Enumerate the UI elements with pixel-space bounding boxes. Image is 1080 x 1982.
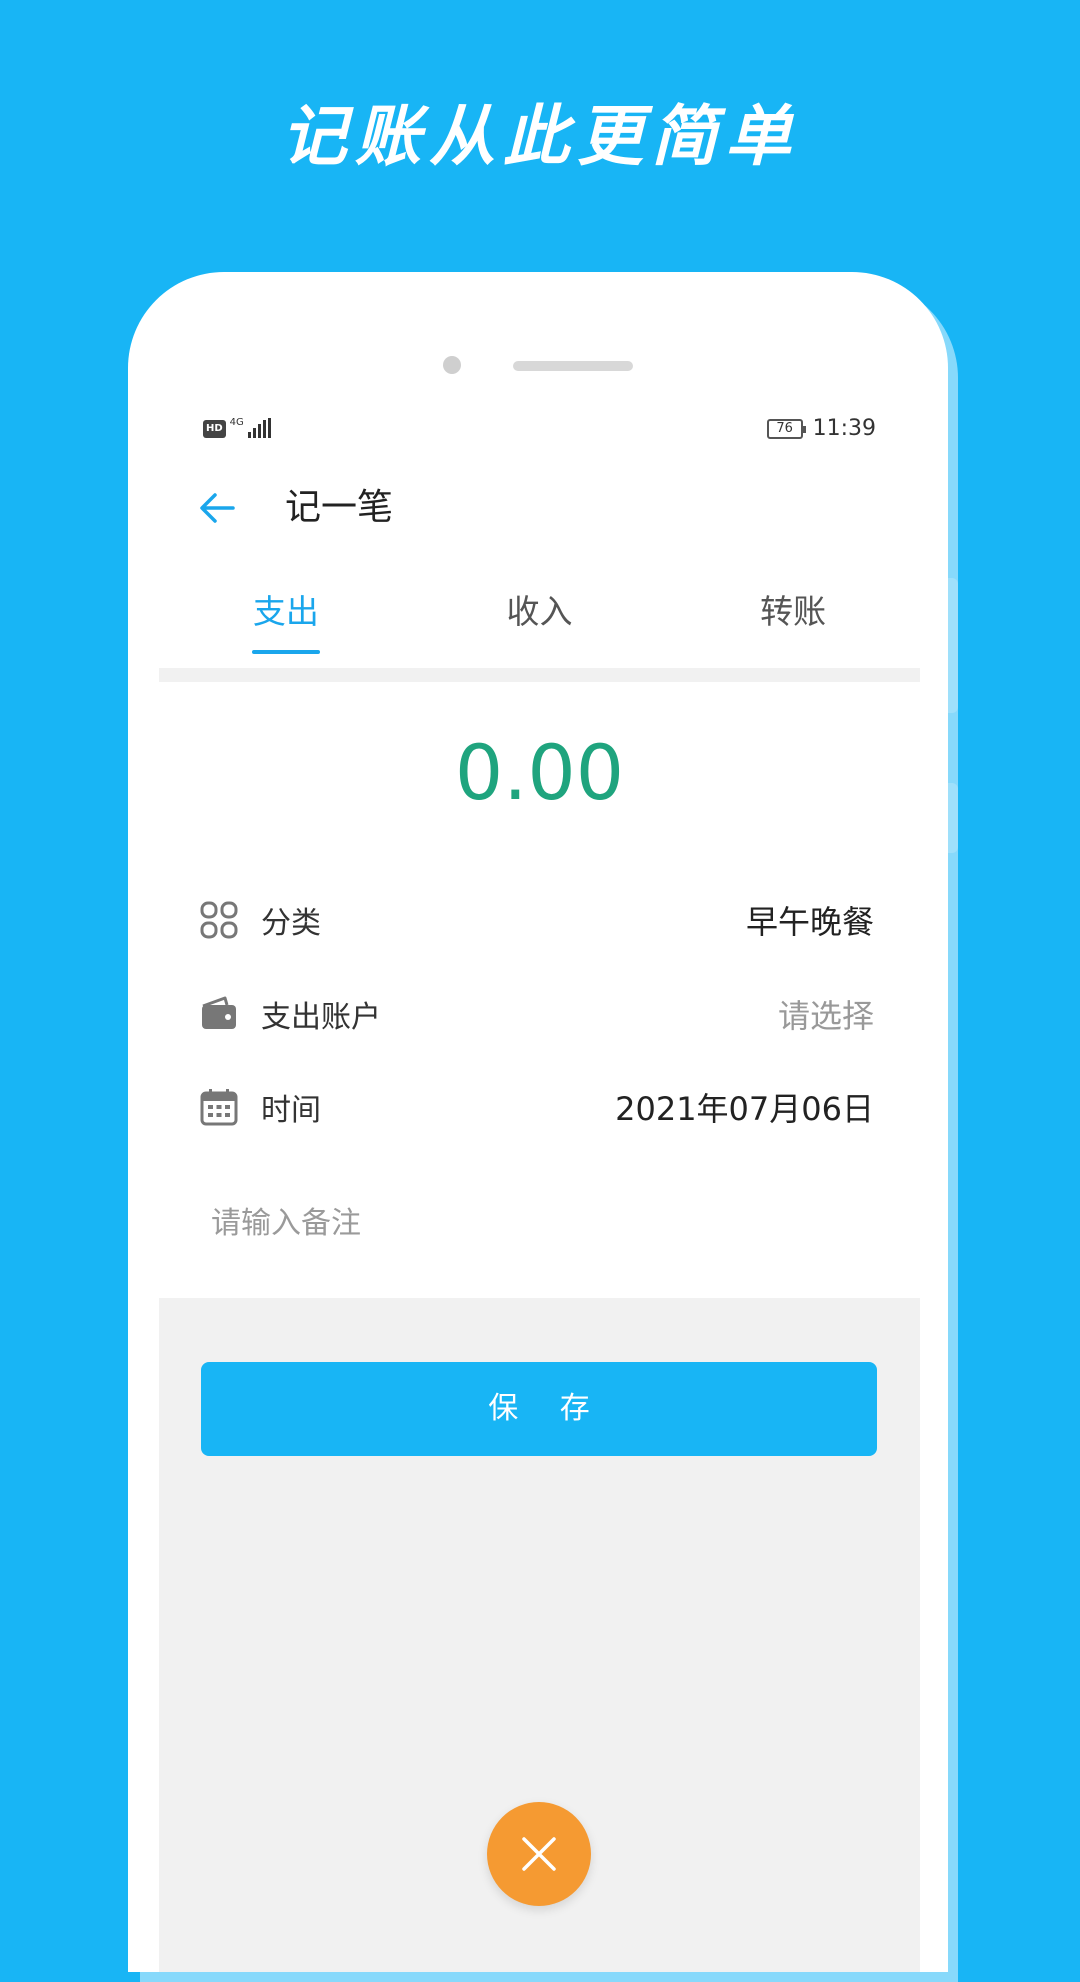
type-tabs: 支出 收入 转账 (159, 582, 920, 666)
page-title: 记一笔 (285, 487, 394, 528)
category-grid-icon (200, 901, 238, 939)
status-left: HD 4G (203, 418, 271, 438)
hd-badge: HD (203, 420, 226, 438)
category-label: 分类 (261, 906, 321, 941)
battery-icon: 76 (766, 418, 806, 439)
arrow-left-icon[interactable] (195, 486, 239, 530)
status-right: 76 11:39 (766, 416, 876, 441)
tab-income[interactable]: 收入 (413, 582, 667, 666)
app-screen: HD 4G 76 11:39 记一笔 支出 收入 转账 0.00 分类 早午晚餐… (159, 398, 920, 1972)
time-value: 2021年07月06日 (615, 1090, 874, 1128)
promo-headline: 记账从此更简单 (281, 97, 799, 175)
phone-side-button (948, 578, 958, 713)
speaker-grille (513, 361, 633, 371)
divider (159, 668, 920, 682)
tab-transfer[interactable]: 转账 (666, 582, 920, 666)
time-row[interactable]: 时间 2021年07月06日 (199, 1077, 874, 1137)
wallet-icon (202, 996, 236, 1029)
account-label: 支出账户 (261, 1000, 381, 1035)
phone-side-button (948, 783, 958, 853)
phone-frame: HD 4G 76 11:39 记一笔 支出 收入 转账 0.00 分类 早午晚餐… (128, 272, 948, 1972)
category-row[interactable]: 分类 早午晚餐 (199, 890, 874, 950)
note-input[interactable] (211, 1198, 871, 1248)
app-bar: 记一笔 (159, 468, 920, 548)
status-bar: HD 4G 76 11:39 (159, 398, 920, 458)
camera-dot (443, 356, 461, 374)
account-value: 请选择 (777, 997, 874, 1035)
calendar-icon (200, 1089, 238, 1126)
close-button[interactable] (487, 1802, 591, 1906)
signal-icon (247, 418, 271, 438)
tab-expense[interactable]: 支出 (159, 582, 413, 666)
status-time: 11:39 (812, 416, 876, 441)
network-type: 4G (229, 417, 244, 428)
time-label: 时间 (261, 1093, 321, 1128)
category-value: 早午晚餐 (745, 903, 874, 941)
amount-display[interactable]: 0.00 (159, 728, 920, 818)
save-button[interactable]: 保 存 (201, 1362, 877, 1456)
account-row[interactable]: 支出账户 请选择 (199, 984, 874, 1044)
close-icon (522, 1837, 556, 1871)
